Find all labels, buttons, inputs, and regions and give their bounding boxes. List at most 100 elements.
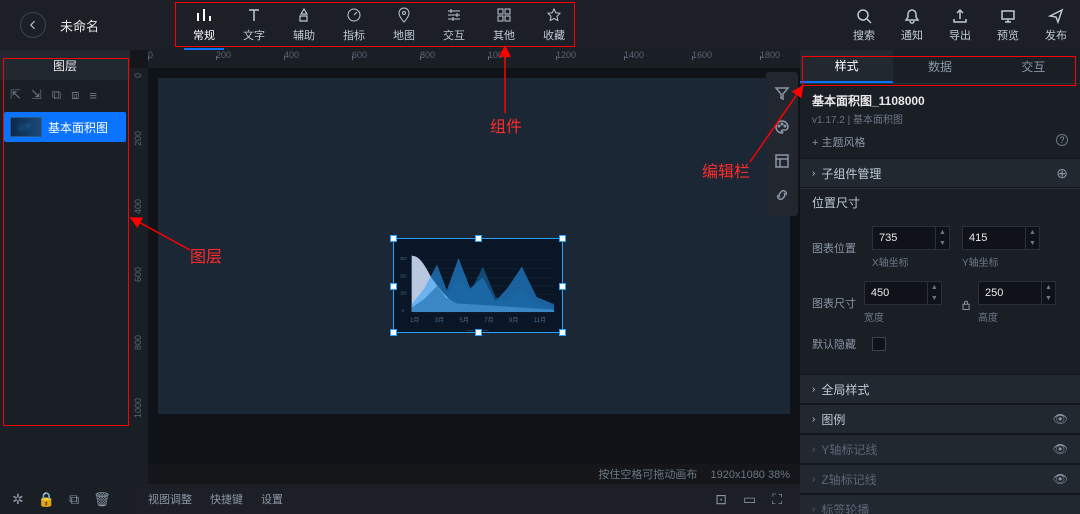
section-legend[interactable]: › 图例 👁	[800, 404, 1080, 434]
resize-handle-tl[interactable]	[390, 235, 397, 242]
chevron-right-icon: ›	[812, 168, 815, 179]
layer-item-area-chart[interactable]: 基本面积图	[4, 112, 126, 142]
chevron-right-icon: ›	[812, 474, 815, 485]
size-w-input[interactable]	[864, 281, 928, 305]
layer-group-icon[interactable]: ⧉	[52, 87, 61, 103]
prop-tab-style[interactable]: 样式	[800, 50, 893, 83]
layout-tool[interactable]	[766, 144, 798, 178]
size-w-spinner[interactable]: ▲▼	[928, 281, 942, 305]
layer-move-top-icon[interactable]: ⇱	[10, 87, 21, 103]
default-hide-label: 默认隐藏	[812, 336, 872, 352]
text-icon	[246, 7, 262, 23]
pos-y-spinner[interactable]: ▲▼	[1026, 226, 1040, 250]
canvas-viewport[interactable]: 0150250350 1月3月5月7月9月11月 — — —	[148, 68, 800, 464]
bell-icon	[904, 8, 920, 24]
settings-link[interactable]: 设置	[261, 491, 283, 507]
pos-x-input[interactable]	[872, 226, 936, 250]
resize-handle-tr[interactable]	[559, 235, 566, 242]
tool-tab-general[interactable]: 常规	[179, 0, 229, 50]
arrow-left-icon	[27, 19, 39, 31]
notify-button[interactable]: 通知	[888, 0, 936, 50]
section-global-style[interactable]: › 全局样式	[800, 374, 1080, 404]
bottom-left-tools: ✲ 🔒 ⧉ 🗑	[0, 484, 130, 514]
tool-tab-other[interactable]: 其他	[479, 0, 529, 50]
pin-icon	[396, 7, 412, 23]
lock-toggle-icon[interactable]: 🔒	[38, 491, 55, 508]
size-h-input[interactable]	[978, 281, 1042, 305]
canvas-hint: 按住空格可拖动画布	[598, 469, 697, 481]
copy-icon[interactable]: ⧉	[69, 491, 79, 508]
resize-handle-tc[interactable]	[475, 235, 482, 242]
shapes-icon	[296, 7, 312, 23]
tool-tab-favorite[interactable]: 收藏	[529, 0, 579, 50]
resize-handle-ml[interactable]	[390, 283, 397, 290]
search-button[interactable]: 搜索	[840, 0, 888, 50]
publish-button[interactable]: 发布	[1032, 0, 1080, 50]
back-button[interactable]	[20, 12, 46, 38]
layer-list-icon[interactable]: ≡	[89, 88, 97, 103]
pos-y-input[interactable]	[962, 226, 1026, 250]
chevron-right-icon: ›	[812, 414, 815, 425]
tool-tab-map[interactable]: 地图	[379, 0, 429, 50]
eye-off-icon[interactable]: 👁	[1053, 472, 1068, 486]
preview-button[interactable]: 预览	[984, 0, 1032, 50]
section-y-markline[interactable]: › Y轴标记线 👁	[800, 434, 1080, 464]
svg-text:350: 350	[400, 256, 407, 261]
theme-add-button[interactable]: + 主题风格 ?	[800, 130, 1080, 158]
tool-tab-indicator[interactable]: 指标	[329, 0, 379, 50]
property-tabs: 样式 数据 交互	[800, 50, 1080, 84]
svg-text:0: 0	[402, 308, 405, 313]
component-title: 基本面积图_1108000	[800, 84, 1080, 111]
layers-title: 图层	[0, 50, 130, 80]
canvas-stage[interactable]: 0150250350 1月3月5月7月9月11月 — — —	[158, 78, 790, 414]
layer-ungroup-icon[interactable]: ⧈	[71, 87, 79, 103]
resize-handle-mr[interactable]	[559, 283, 566, 290]
section-position-size: 图表位置 ▲▼ X轴坐标 ▲▼ Y轴坐标 图表尺寸	[800, 216, 1080, 374]
export-button[interactable]: 导出	[936, 0, 984, 50]
layers-panel: 图层 ⇱ ⇲ ⧉ ⧈ ≡ 基本面积图	[0, 50, 130, 484]
lock-icon[interactable]	[960, 298, 972, 312]
layers-toolbar: ⇱ ⇲ ⧉ ⧈ ≡	[0, 80, 130, 110]
tool-tab-text[interactable]: 文字	[229, 0, 279, 50]
settings-icon[interactable]: ✲	[12, 491, 24, 508]
top-bar: 未命名 常规 文字 辅助 指标 地图 交互 其他	[0, 0, 1080, 50]
section-label-carousel[interactable]: › 标签轮播	[800, 494, 1080, 514]
zoom-fit-icon[interactable]: ⊡	[715, 491, 727, 508]
section-z-markline[interactable]: › Z轴标记线 👁	[800, 464, 1080, 494]
area-chart-preview: 0150250350 1月3月5月7月9月11月 — — —	[400, 245, 556, 326]
component-category-tabs: 常规 文字 辅助 指标 地图 交互 其他 收藏	[179, 0, 579, 50]
resize-handle-bl[interactable]	[390, 329, 397, 336]
shortcuts-link[interactable]: 快捷键	[210, 491, 243, 507]
resize-handle-bc[interactable]	[475, 329, 482, 336]
filter-tool[interactable]	[766, 76, 798, 110]
palette-tool[interactable]	[766, 110, 798, 144]
fullscreen-icon[interactable]: ⛶	[772, 491, 782, 508]
eye-off-icon[interactable]: 👁	[1053, 442, 1068, 456]
pos-x-spinner[interactable]: ▲▼	[936, 226, 950, 250]
layer-move-bottom-icon[interactable]: ⇲	[31, 87, 42, 103]
plus-icon[interactable]: ⊕	[1056, 165, 1068, 182]
prop-tab-data[interactable]: 数据	[893, 50, 986, 83]
help-icon[interactable]: ?	[1056, 134, 1068, 146]
funnel-icon	[774, 85, 790, 101]
view-adjust-link[interactable]: 视图调整	[148, 491, 192, 507]
section-child-components[interactable]: › 子组件管理 ⊕	[800, 158, 1080, 188]
zoom-actual-icon[interactable]: ▭	[743, 491, 756, 508]
grid-icon	[496, 7, 512, 23]
tool-tab-assist[interactable]: 辅助	[279, 0, 329, 50]
canvas-quick-tools	[766, 72, 798, 216]
link-tool[interactable]	[766, 178, 798, 212]
resize-handle-br[interactable]	[559, 329, 566, 336]
default-hide-checkbox[interactable]	[872, 337, 886, 351]
gauge-icon	[346, 7, 362, 23]
tool-tab-interact[interactable]: 交互	[429, 0, 479, 50]
svg-text:150: 150	[400, 290, 407, 295]
delete-icon[interactable]: 🗑	[93, 491, 111, 508]
size-h-spinner[interactable]: ▲▼	[1042, 281, 1056, 305]
section-position-size-title: 位置尺寸	[800, 188, 1080, 216]
eye-icon[interactable]: 👁	[1053, 412, 1068, 426]
prop-tab-interact[interactable]: 交互	[987, 50, 1080, 83]
ruler-vertical: 02004006008001000	[130, 68, 148, 484]
canvas-status-bar: 按住空格可拖动画布 1920x1080 38%	[588, 466, 790, 482]
selected-component[interactable]: 0150250350 1月3月5月7月9月11月 — — —	[393, 238, 563, 333]
